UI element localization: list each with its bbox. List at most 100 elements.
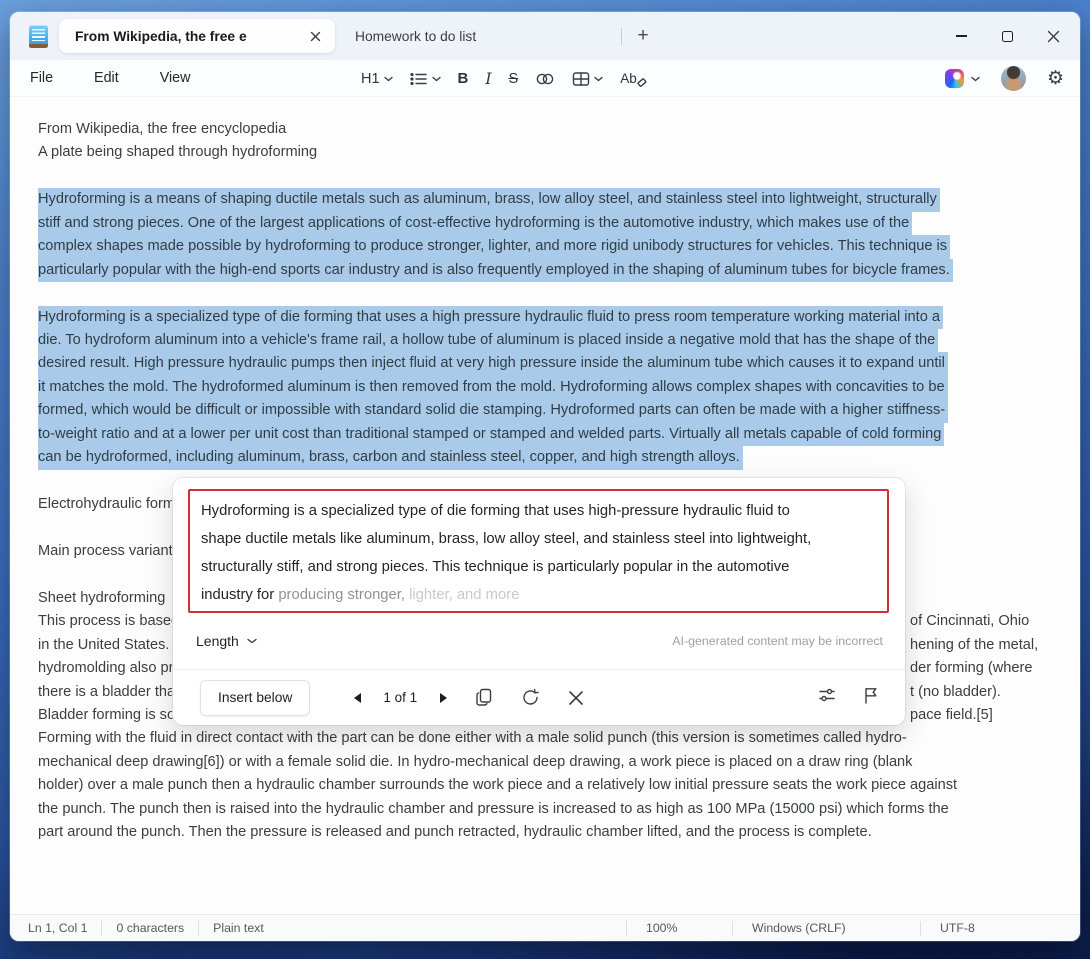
sliders-icon: [818, 687, 836, 703]
tab-wikipedia[interactable]: From Wikipedia, the free e: [59, 19, 335, 53]
doc-line: can be hydroformed, including aluminum, …: [38, 446, 743, 469]
doc-line: Hydroforming is a means of shaping ducti…: [38, 188, 940, 211]
doc-line: From Wikipedia, the free encyclopedia: [38, 118, 1080, 141]
cursor-position: Ln 1, Col 1: [10, 921, 101, 936]
zoom-level: 100%: [626, 921, 732, 936]
generated-line: shape ductile metals like aluminum, bras…: [201, 525, 876, 553]
settings-gear-icon[interactable]: ⚙: [1047, 69, 1064, 88]
strikethrough-button[interactable]: S: [509, 71, 519, 87]
doc-line: Hydroforming is a specialized type of di…: [38, 306, 943, 329]
document-type: Plain text: [199, 921, 278, 936]
notepad-app-icon: [29, 25, 48, 48]
generated-line: structurally stiff, and strong pieces. T…: [201, 553, 876, 581]
tab-label: From Wikipedia, the free e: [75, 29, 303, 44]
previous-result-icon[interactable]: [354, 693, 361, 703]
next-result-icon[interactable]: [440, 693, 447, 703]
maximize-button[interactable]: [984, 16, 1030, 56]
title-bar: From Wikipedia, the free e Homework to d…: [10, 12, 1080, 60]
doc-line-fragment: hening of the metal,: [910, 634, 1038, 657]
chevron-down-icon: [432, 76, 441, 82]
generated-text-box: Hydroforming is a specialized type of di…: [188, 489, 889, 613]
doc-line: desired result. High pressure hydraulic …: [38, 352, 948, 375]
doc-line: stiff and strong pieces. One of the larg…: [38, 212, 912, 235]
popup-options-row: Length AI-generated content may be incor…: [173, 613, 905, 669]
desktop: { "window": { "tabs": [ { "label": "From…: [0, 0, 1090, 959]
heading-dropdown[interactable]: H1: [361, 71, 393, 87]
table-icon: [572, 71, 590, 87]
doc-line-fragment: pace field.[5]: [910, 704, 993, 727]
flag-icon: [863, 687, 878, 704]
doc-line: [38, 165, 1080, 188]
report-flag-button[interactable]: [863, 687, 878, 709]
ai-disclaimer: AI-generated content may be incorrect: [672, 634, 883, 648]
table-dropdown[interactable]: [572, 71, 603, 87]
doc-line-fragment: der forming (where: [910, 657, 1032, 680]
clear-formatting-button[interactable]: Ab: [620, 71, 645, 86]
menu-edit[interactable]: Edit: [92, 68, 121, 88]
popup-action-bar: Insert below 1 of 1: [173, 669, 905, 725]
close-icon: [1047, 30, 1060, 43]
clear-formatting-icon: [636, 77, 647, 88]
doc-line: it matches the mold. The hydroformed alu…: [38, 376, 948, 399]
doc-line-fragment: of Cincinnati, Ohio: [910, 610, 1029, 633]
menu-view[interactable]: View: [158, 68, 193, 88]
insert-below-button[interactable]: Insert below: [200, 680, 310, 716]
list-dropdown[interactable]: [410, 72, 441, 86]
new-tab-button[interactable]: +: [628, 21, 658, 51]
status-bar: Ln 1, Col 1 0 characters Plain text 100%…: [10, 914, 1080, 941]
result-pagination: 1 of 1: [383, 690, 417, 705]
copy-button[interactable]: [475, 688, 493, 707]
menu-bar: File Edit View: [28, 68, 192, 88]
line-ending-type: Windows (CRLF): [732, 921, 920, 936]
doc-line: A plate being shaped through hydroformin…: [38, 141, 1080, 164]
link-button[interactable]: [535, 71, 555, 87]
chevron-down-icon: [594, 76, 603, 82]
chevron-down-icon: [971, 76, 980, 82]
maximize-icon: [1002, 31, 1013, 42]
tab-close-icon[interactable]: [303, 24, 327, 48]
bold-button[interactable]: B: [458, 70, 469, 87]
minimize-button[interactable]: [938, 16, 984, 56]
copilot-dropdown[interactable]: [945, 69, 980, 88]
tab-separator: [621, 28, 622, 45]
close-button[interactable]: [1030, 16, 1076, 56]
window-controls: [938, 12, 1076, 60]
chevron-down-icon: [384, 76, 393, 82]
formatting-toolbar: H1 B I S: [361, 60, 645, 97]
dismiss-button[interactable]: [568, 690, 584, 706]
encoding: UTF-8: [920, 921, 1080, 936]
menu-file[interactable]: File: [28, 68, 55, 88]
toolbar-right: ⚙: [945, 60, 1064, 97]
regenerate-button[interactable]: [521, 688, 540, 707]
bullet-list-icon: [410, 72, 428, 86]
tab-homework[interactable]: Homework to do list: [335, 19, 585, 53]
character-count: 0 characters: [102, 921, 198, 936]
italic-button[interactable]: I: [485, 70, 491, 88]
doc-line: mechanical deep drawing[6]) or with a fe…: [38, 751, 1080, 774]
generated-line: Hydroforming is a specialized type of di…: [201, 497, 876, 525]
doc-line: [38, 282, 1080, 305]
toolbar: File Edit View H1 B I S: [10, 60, 1080, 97]
tab-label: Homework to do list: [355, 29, 476, 44]
copy-icon: [475, 688, 493, 707]
close-icon: [568, 690, 584, 706]
doc-line: to-weight ratio and at a lower per unit …: [38, 423, 944, 446]
tune-settings-button[interactable]: [818, 687, 836, 708]
doc-line: particularly popular with the high-end s…: [38, 259, 953, 282]
account-avatar[interactable]: [1001, 66, 1026, 91]
doc-line: formed, which would be difficult or impo…: [38, 399, 948, 422]
doc-line: Forming with the fluid in direct contact…: [38, 727, 1080, 750]
doc-line-fragment: t (no bladder).: [910, 681, 1001, 704]
doc-line: the punch. The punch then is raised into…: [38, 798, 1080, 821]
doc-line: die. To hydroform aluminum into a vehicl…: [38, 329, 938, 352]
chevron-down-icon: [247, 638, 257, 644]
doc-line: holder) over a male punch then a hydraul…: [38, 774, 1080, 797]
notepad-window: From Wikipedia, the free e Homework to d…: [10, 12, 1080, 941]
length-dropdown[interactable]: Length: [196, 633, 257, 649]
copilot-icon: [945, 69, 964, 88]
copilot-rewrite-popup: Hydroforming is a specialized type of di…: [173, 478, 905, 725]
minimize-icon: [956, 35, 967, 36]
popup-right-icons: [818, 687, 878, 709]
status-bar-right: 100% Windows (CRLF) UTF-8: [626, 921, 1080, 936]
link-icon: [535, 71, 555, 87]
